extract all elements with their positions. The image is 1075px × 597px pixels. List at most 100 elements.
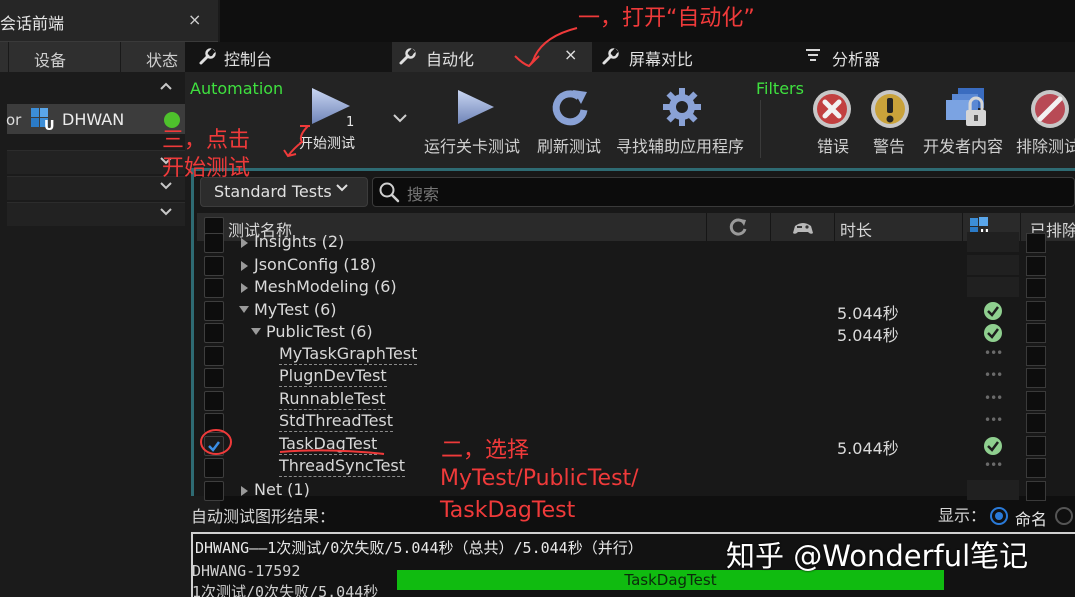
automation-section-label: Automation [190,79,284,98]
device-summary: 1次测试/0次失败/5.044秒 [192,583,379,597]
tab-console[interactable]: 控制台 [192,42,382,72]
collapse-arrow-icon[interactable] [239,306,249,313]
column-divider[interactable] [770,213,771,241]
exclude-checkbox[interactable] [1026,481,1046,501]
unreal-logo-icon: U [30,106,58,132]
session-frontend-tab-title: 会话前端 [0,14,65,33]
annotation-arrow-3 [283,125,310,158]
test-row-name[interactable]: StdThreadTest [279,411,394,432]
annotation-step-1: 一，打开“自动化” [578,6,755,31]
exclude-checkbox[interactable] [1026,413,1046,433]
annotation-circle-checkbox [200,429,232,455]
run-level-tests-label: 运行关卡测试 [424,137,521,156]
test-row-name[interactable]: Insights (2) [254,232,344,251]
search-icon [378,181,400,203]
not-run-indicator: ••• [984,458,1003,472]
tab-automation-label: 自动化 [426,50,475,69]
platform-cell [967,480,1019,500]
error-icon [810,88,854,130]
test-row-checkbox[interactable] [204,368,224,388]
not-run-indicator: ••• [984,368,1003,382]
column-duration[interactable]: 时长 [840,217,872,241]
exclude-checkbox[interactable] [1026,256,1046,276]
test-row-duration: 5.044秒 [837,304,899,323]
exclude-checkbox[interactable] [1026,346,1046,366]
device-id: DHWANG-17592 [192,562,301,580]
status-column-icon[interactable] [728,217,748,237]
test-row-name[interactable]: MyTest (6) [254,300,337,319]
column-divider[interactable] [962,213,963,241]
close-icon[interactable]: × [188,10,201,29]
annotation-step-2-line2: MyTest/PublicTest/ [440,466,639,491]
chevron-down-icon[interactable] [393,114,407,123]
tab-screen-comparison[interactable]: 屏幕对比 [595,42,795,72]
display-alt-radio[interactable] [1055,507,1073,525]
exclude-checkbox[interactable] [1026,436,1046,456]
svg-text:U: U [44,119,55,132]
refresh-icon [549,88,591,128]
test-row-checkbox[interactable] [204,233,224,253]
column-divider[interactable] [120,42,121,72]
session-name: DHWAN [62,110,125,129]
controller-icon[interactable] [792,218,814,236]
search-placeholder: 搜索 [407,185,440,204]
not-run-indicator: ••• [984,413,1003,427]
column-device[interactable]: 设备 [34,47,66,71]
exclude-icon [1028,88,1072,130]
expand-arrow-icon[interactable] [241,238,248,248]
tab-console-label: 控制台 [224,50,273,69]
test-row-checkbox[interactable] [204,278,224,298]
column-divider[interactable] [706,213,707,241]
gear-icon [660,86,704,128]
exclude-checkbox[interactable] [1026,458,1046,478]
test-row-checkbox[interactable] [204,346,224,366]
session-group-row[interactable] [7,176,185,200]
test-row-checkbox[interactable] [204,458,224,478]
column-status[interactable]: 状态 [146,47,178,71]
test-row-name[interactable]: ThreadSyncTest [279,456,406,477]
exclude-checkbox[interactable] [1026,278,1046,298]
chevron-down-icon[interactable] [160,208,172,216]
developer-content-icon [944,86,990,130]
display-name-radio[interactable] [990,507,1008,525]
chevron-down-icon[interactable] [160,182,172,190]
exclude-checkbox[interactable] [1026,368,1046,388]
session-group-row[interactable] [7,202,185,226]
tab-profiler-label: 分析器 [832,50,881,69]
refresh-tests-label: 刷新测试 [537,137,602,156]
test-row-checkbox[interactable] [204,481,224,501]
collapse-arrow-icon[interactable] [251,328,261,335]
find-helper-apps-label: 寻找辅助应用程序 [616,137,745,156]
exclude-checkbox[interactable] [1026,233,1046,253]
test-row-name[interactable]: RunnableTest [279,389,386,410]
column-divider[interactable] [1020,213,1021,241]
annotation-arrow-1 [514,27,578,68]
exclude-checkbox[interactable] [1026,391,1046,411]
test-row-checkbox[interactable] [204,256,224,276]
success-check-icon [984,324,1002,342]
test-row-name[interactable]: PlugnDevTest [279,366,387,387]
tab-profiler[interactable]: 分析器 [800,42,1000,72]
test-row-name[interactable]: MyTaskGraphTest [279,344,418,365]
test-row-name[interactable]: JsonConfig (18) [254,255,376,274]
test-group-label: Standard Tests [214,182,332,201]
test-row-checkbox[interactable] [204,301,224,321]
test-row-duration: 5.044秒 [837,326,899,345]
test-row-name[interactable]: MeshModeling (6) [254,277,397,296]
test-row-checkbox[interactable] [204,323,224,343]
test-row-name[interactable]: Net (1) [254,480,310,499]
exclude-checkbox[interactable] [1026,301,1046,321]
test-row-name[interactable]: PublicTest (6) [266,322,373,341]
exclude-checkbox[interactable] [1026,323,1046,343]
search-input[interactable] [372,177,1075,207]
test-row-checkbox[interactable] [204,391,224,411]
session-group-row[interactable] [7,150,185,174]
expand-arrow-icon[interactable] [241,261,248,271]
column-divider[interactable] [8,42,9,72]
column-divider[interactable] [834,213,835,241]
chevron-up-icon[interactable] [160,82,172,90]
expand-arrow-icon[interactable] [241,283,248,293]
display-mode-label: 显示： [938,506,987,525]
expand-arrow-icon[interactable] [241,486,248,496]
results-summary: DHWANG——1次测试/0次失败/5.044秒（总共）/5.044秒（并行） [195,539,643,557]
